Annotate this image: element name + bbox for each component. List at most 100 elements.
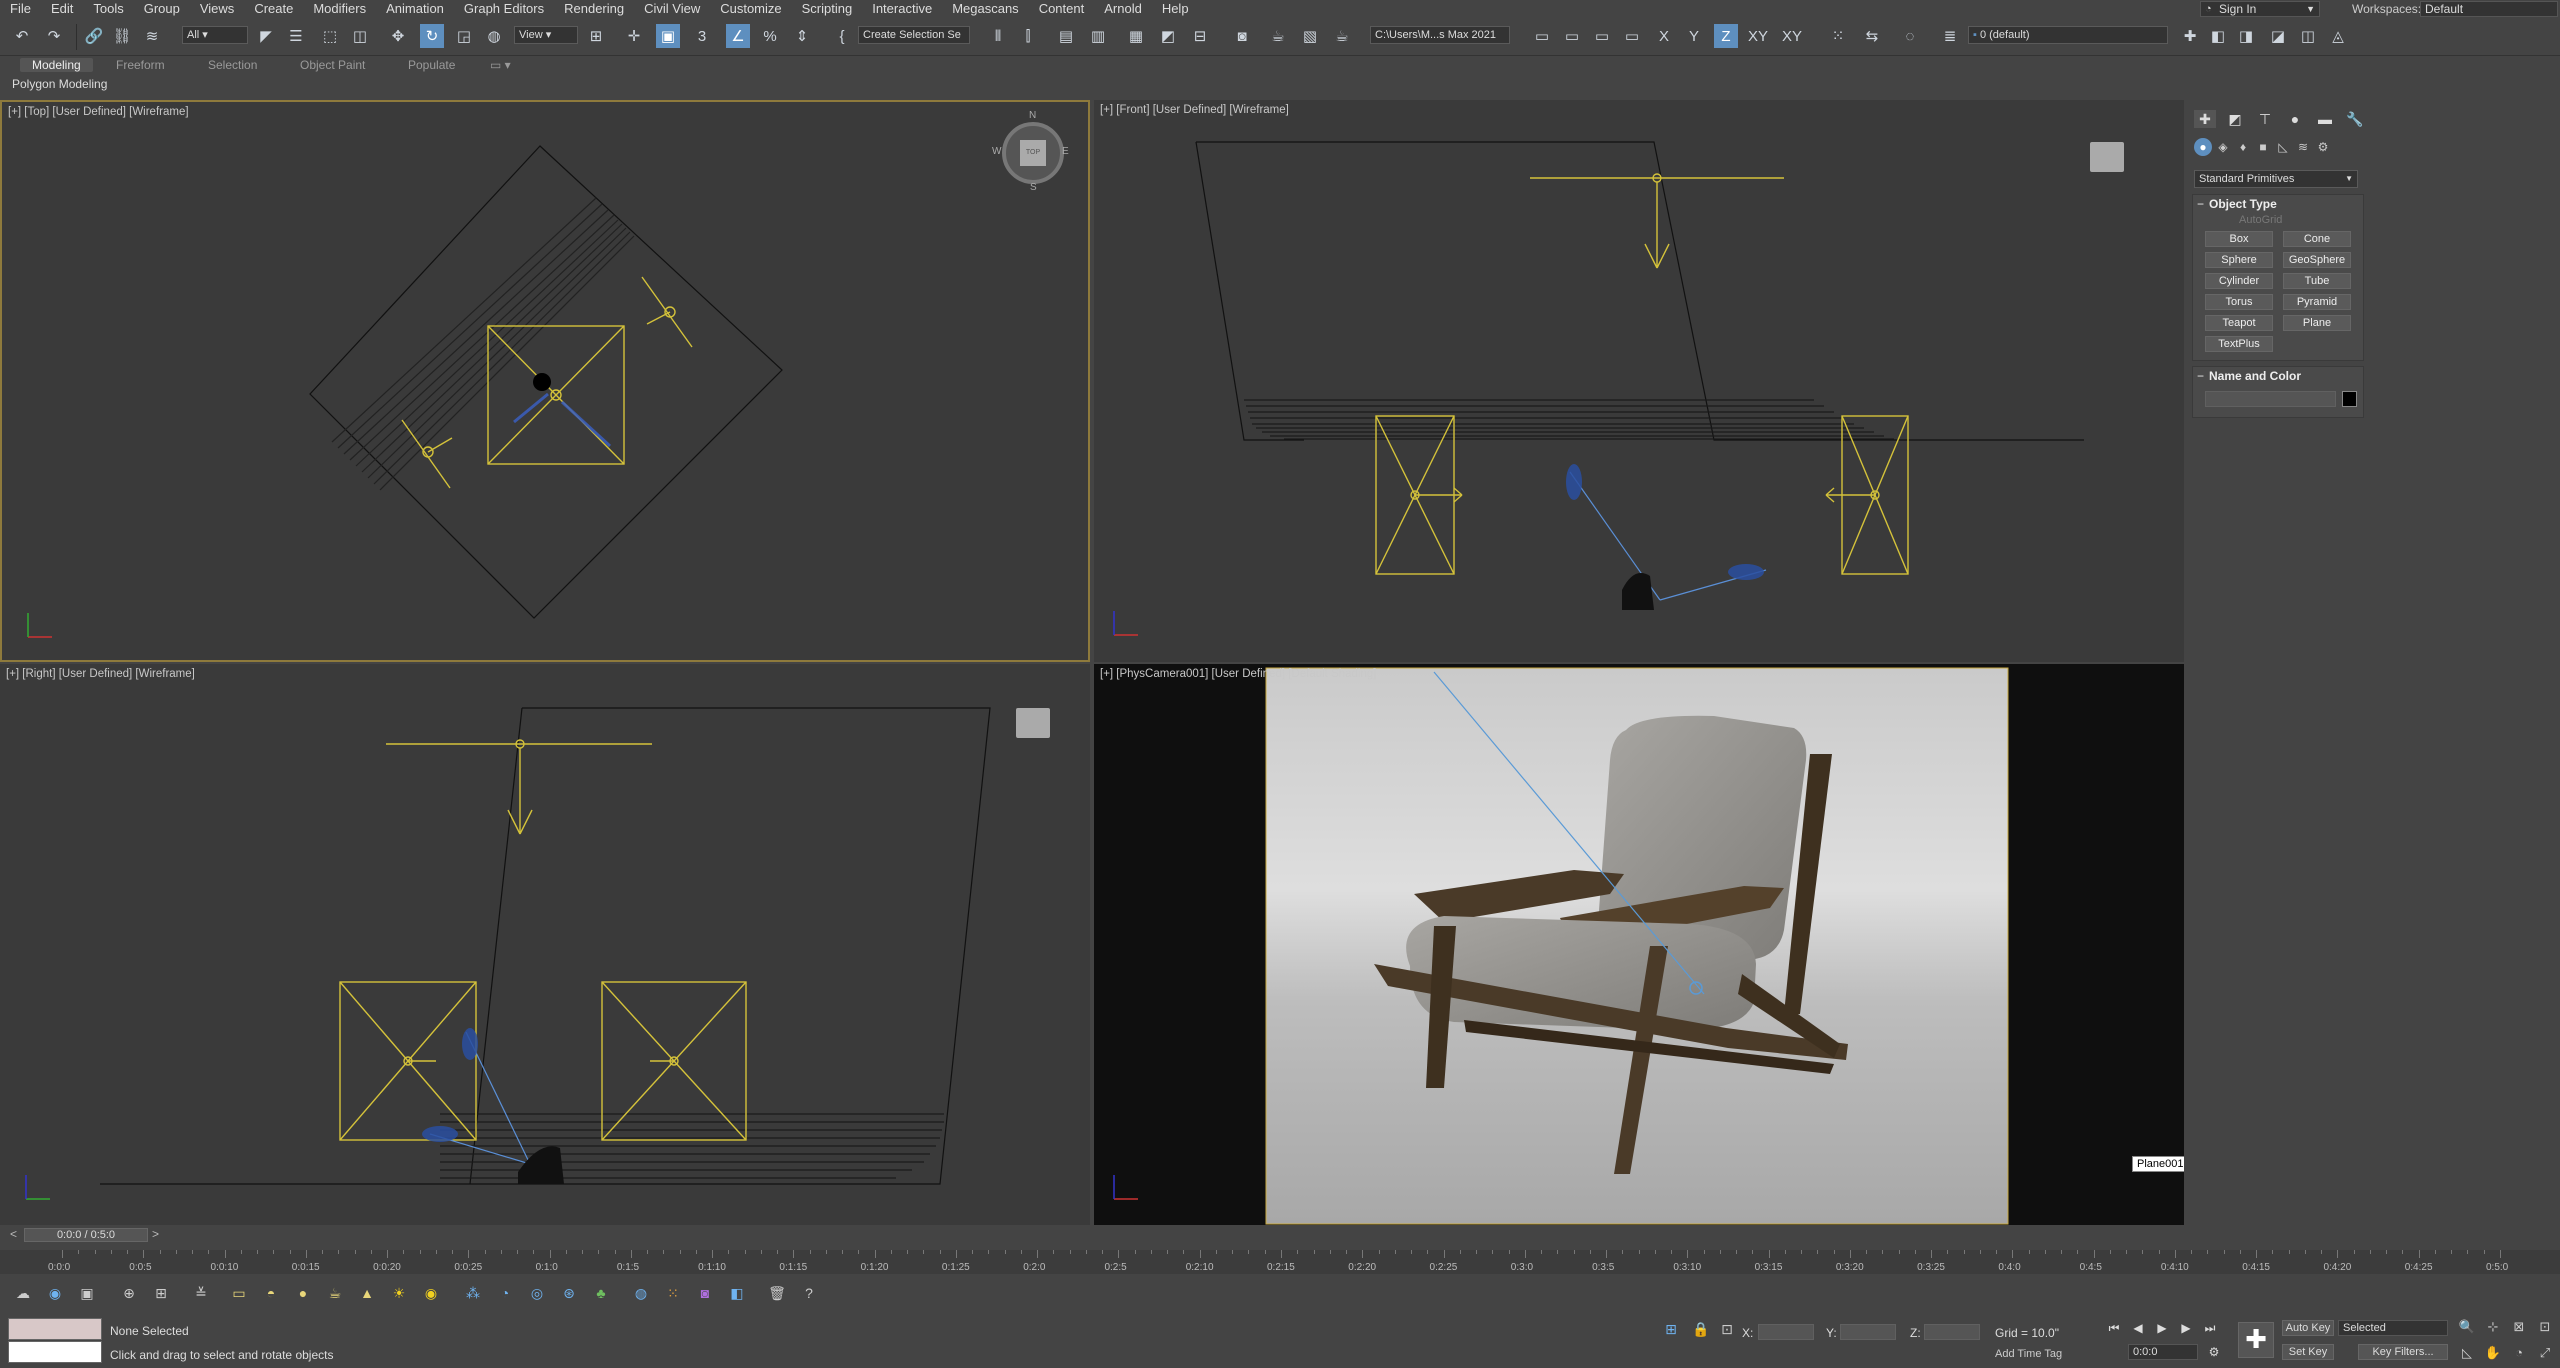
- menu-help[interactable]: Help: [1152, 0, 1199, 18]
- key-filters-button[interactable]: Key Filters...: [2358, 1344, 2448, 1360]
- snaps-toggle-icon[interactable]: 3: [690, 24, 714, 48]
- select-object-icon[interactable]: ◤: [254, 24, 278, 48]
- lock-icon[interactable]: 🔒: [1690, 1318, 1712, 1340]
- foliage-icon[interactable]: ♣: [590, 1282, 612, 1304]
- add-time-tag-button[interactable]: Add Time Tag: [1995, 1348, 2062, 1360]
- viewport-front[interactable]: [+] [Front] [User Defined] [Wireframe]: [1094, 100, 2184, 662]
- primitive-cone-button[interactable]: Cone: [2283, 231, 2351, 247]
- menu-content[interactable]: Content: [1029, 0, 1095, 18]
- polygon-modeling-label[interactable]: Polygon Modeling: [12, 77, 107, 91]
- axis-xy-cycle-button[interactable]: XY: [1780, 24, 1804, 48]
- pivot-center-icon[interactable]: ⊞: [584, 24, 608, 48]
- helpers-icon[interactable]: ◺: [2274, 138, 2292, 156]
- save-file-icon[interactable]: ▭: [1590, 24, 1614, 48]
- tab-object-paint[interactable]: Object Paint: [300, 58, 365, 72]
- z-coord-field[interactable]: [1924, 1324, 1980, 1340]
- trash-icon[interactable]: 🗑: [766, 1282, 788, 1304]
- name-color-header[interactable]: Name and Color: [2193, 367, 2363, 385]
- lights-icon[interactable]: ♦: [2234, 138, 2252, 156]
- material-editor-icon[interactable]: ◙: [1230, 24, 1254, 48]
- systems-icon[interactable]: ⚙: [2314, 138, 2332, 156]
- rect-selection-icon[interactable]: ⬚: [318, 24, 342, 48]
- menu-animation[interactable]: Animation: [376, 0, 454, 18]
- fluid-icon[interactable]: ⊛: [558, 1282, 580, 1304]
- primitive-sphere-button[interactable]: Sphere: [2205, 252, 2273, 268]
- workspace-dropdown[interactable]: Default: [2420, 1, 2558, 17]
- previous-frame-icon[interactable]: ◀: [2130, 1320, 2146, 1336]
- select-by-name-icon[interactable]: ☰: [284, 24, 308, 48]
- viewcube-face[interactable]: TOP: [1020, 140, 1046, 166]
- maxscript-output[interactable]: [8, 1341, 102, 1363]
- primitive-teapot-button[interactable]: Teapot: [2205, 315, 2273, 331]
- object-name-field[interactable]: [2205, 391, 2336, 407]
- select-in-layer-icon[interactable]: ◨: [2234, 24, 2258, 48]
- maximize-viewport-icon[interactable]: ⤢: [2536, 1344, 2554, 1362]
- place-icon[interactable]: ◍: [482, 24, 506, 48]
- curve-editor-icon[interactable]: ◩: [1156, 24, 1180, 48]
- isolate-selection-icon[interactable]: ⊞: [1660, 1318, 1682, 1340]
- export-icon[interactable]: ▭: [1620, 24, 1644, 48]
- render-production-icon[interactable]: ☕: [1330, 24, 1354, 48]
- primitive-category-dropdown[interactable]: Standard Primitives ▼: [2194, 170, 2358, 188]
- tab-populate[interactable]: Populate: [408, 58, 455, 72]
- viewcube[interactable]: TOP N S W E: [992, 110, 1069, 193]
- named-selection-dropdown[interactable]: Create Selection Se: [858, 26, 970, 44]
- y-coord-field[interactable]: [1840, 1324, 1896, 1340]
- set-key-filters-icon[interactable]: ⊞: [150, 1282, 172, 1304]
- rotate-icon[interactable]: ↻: [420, 24, 444, 48]
- menu-rendering[interactable]: Rendering: [554, 0, 634, 18]
- display-tab-icon[interactable]: ▬: [2314, 110, 2336, 128]
- scale-icon[interactable]: ◲: [452, 24, 476, 48]
- track-bar[interactable]: 0:0:0 0:0:5 0:0:10 0:0:15 0:0:20 0:0:25 0:1:0 0…: [0, 1250, 2560, 1274]
- select-manipulate-icon[interactable]: ✛: [622, 24, 646, 48]
- viewport-camera-label[interactable]: [+] [PhysCamera001] [User Defined] [Defa…: [1100, 668, 1376, 680]
- motion-tab-icon[interactable]: ●: [2284, 110, 2306, 128]
- time-slider[interactable]: 0:0:0 / 0:5:0: [24, 1228, 148, 1242]
- layer-manager-icon[interactable]: ≣: [1938, 24, 1962, 48]
- link-icon[interactable]: 🔗: [82, 24, 106, 48]
- selection-lock-icon[interactable]: ◉: [44, 1282, 66, 1304]
- viewport-top-label[interactable]: [+] [Top] [User Defined] [Wireframe]: [8, 106, 189, 118]
- primitive-tube-button[interactable]: Tube: [2283, 273, 2351, 289]
- viewport-right-label[interactable]: [+] [Right] [User Defined] [Wireframe]: [6, 668, 195, 680]
- menu-file[interactable]: File: [0, 0, 41, 18]
- viewport-top[interactable]: [+] [Top] [User Defined] [Wireframe] TOP…: [0, 100, 1090, 662]
- viewcube[interactable]: [2090, 142, 2124, 172]
- ribbon-options-icon[interactable]: ▭ ▾: [490, 58, 511, 72]
- arnold-icon[interactable]: ◬: [2326, 24, 2350, 48]
- auto-key-button[interactable]: Auto Key: [2282, 1320, 2334, 1336]
- isolate-icon[interactable]: ☁: [12, 1282, 34, 1304]
- primitive-torus-button[interactable]: Torus: [2205, 294, 2273, 310]
- help-icon[interactable]: ?: [798, 1282, 820, 1304]
- primitive-plane-button[interactable]: Plane: [2283, 315, 2351, 331]
- cameras-icon[interactable]: ■: [2254, 138, 2272, 156]
- pan-icon[interactable]: ✋: [2484, 1344, 2502, 1362]
- track-view-icon[interactable]: ≚: [190, 1282, 212, 1304]
- percent-snap-icon[interactable]: %: [758, 24, 782, 48]
- project-folder-dropdown[interactable]: C:\Users\M...s Max 2021: [1370, 26, 1510, 44]
- zoom-extents-icon[interactable]: ⊠: [2510, 1318, 2528, 1336]
- array-icon[interactable]: ⇆: [1860, 24, 1884, 48]
- angle-snap-icon[interactable]: ∠: [726, 24, 750, 48]
- tab-freeform[interactable]: Freeform: [116, 58, 165, 72]
- sun-light-icon[interactable]: ☀: [388, 1282, 410, 1304]
- current-frame-field[interactable]: 0:0:0: [2128, 1344, 2198, 1360]
- key-selection-dropdown[interactable]: Selected: [2338, 1320, 2448, 1336]
- menu-scripting[interactable]: Scripting: [792, 0, 863, 18]
- mini-curve-editor-icon[interactable]: ⊕: [118, 1282, 140, 1304]
- menu-customize[interactable]: Customize: [710, 0, 791, 18]
- particle-system-icon[interactable]: ⁂: [462, 1282, 484, 1304]
- viewport-camera[interactable]: [+] [PhysCamera001] [User Defined] [Defa…: [1094, 664, 2184, 1226]
- viewport-right[interactable]: [+] [Right] [User Defined] [Wireframe]: [0, 664, 1090, 1226]
- unlink-icon[interactable]: ⛓: [110, 24, 134, 48]
- next-frame-button-icon[interactable]: ▶: [2178, 1320, 2194, 1336]
- primitive-pyramid-button[interactable]: Pyramid: [2283, 294, 2351, 310]
- sky-light-icon[interactable]: ◉: [420, 1282, 442, 1304]
- viewport-shading-icon[interactable]: ▣: [76, 1282, 98, 1304]
- menu-civil-view[interactable]: Civil View: [634, 0, 710, 18]
- schematic-view-icon[interactable]: ⊟: [1188, 24, 1212, 48]
- cylinder-primitive-icon[interactable]: ●: [292, 1282, 314, 1304]
- layer-dropdown[interactable]: ▪ 0 (default): [1968, 26, 2168, 44]
- absolute-mode-icon[interactable]: ⊡: [1716, 1318, 1738, 1340]
- maxscript-listener-input[interactable]: [8, 1318, 102, 1340]
